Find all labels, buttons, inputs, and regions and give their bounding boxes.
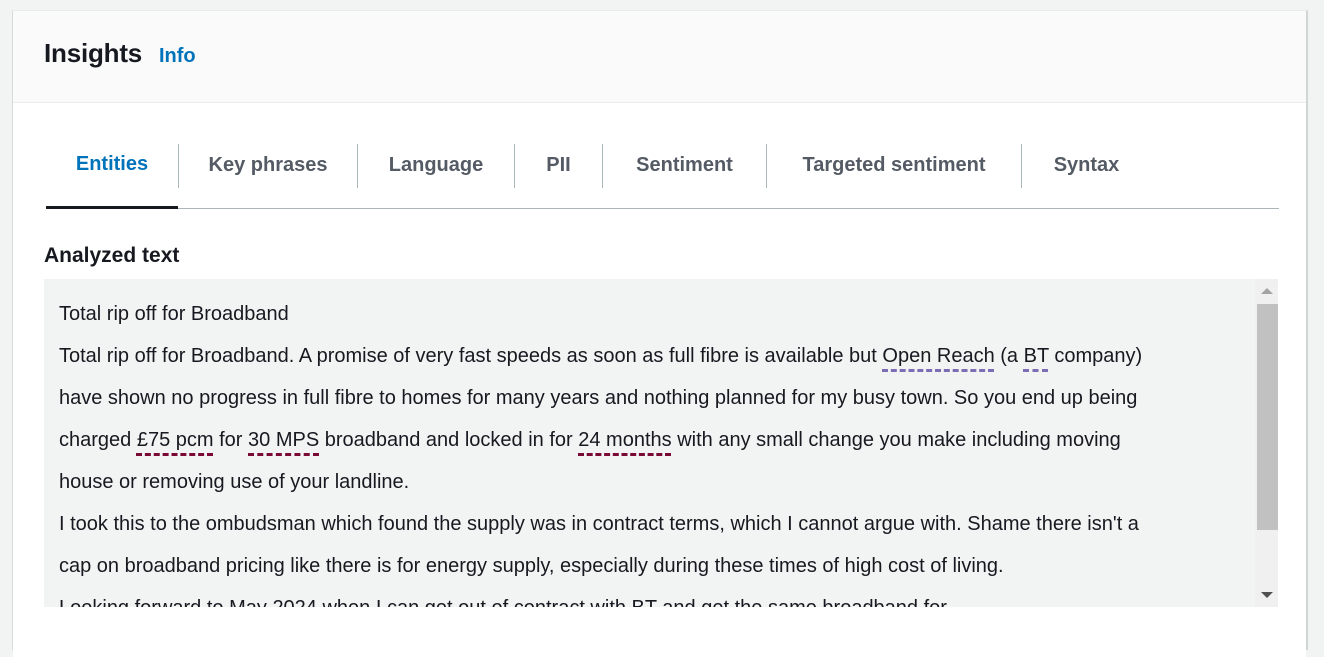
tab-syntax[interactable]: Syntax xyxy=(1022,144,1151,208)
text-span: have shown no progress in full fibre to … xyxy=(59,387,1138,409)
text-line: house or removing use of your landline. xyxy=(59,461,1249,503)
scroll-up-button[interactable] xyxy=(1255,283,1278,299)
text-span: broadband and locked in for xyxy=(319,429,579,451)
text-span: I took this to the ombudsman which found… xyxy=(59,513,1139,535)
triangle-down-icon xyxy=(1260,592,1273,598)
tab-label: PII xyxy=(546,154,571,176)
analyzed-text-content: Total rip off for Broadband Total rip of… xyxy=(59,293,1249,607)
text-span: with any small change you make including… xyxy=(671,429,1121,451)
entity-organization[interactable]: BT xyxy=(1024,345,1049,367)
vertical-scrollbar[interactable] xyxy=(1255,279,1278,607)
text-span: for xyxy=(213,429,249,451)
tab-entities[interactable]: Entities xyxy=(46,144,178,209)
entity-quantity[interactable]: 30 MPS xyxy=(248,429,319,451)
text-span: cap on broadband pricing like there is f… xyxy=(59,555,1004,577)
analyzed-text-heading: Analyzed text xyxy=(44,244,180,267)
triangle-up-icon xyxy=(1260,288,1273,294)
insights-panel: Insights Info Entities Key phrases Langu… xyxy=(12,10,1308,657)
tab-label: Sentiment xyxy=(636,154,733,176)
tab-label: Key phrases xyxy=(208,154,328,176)
panel-footer-area xyxy=(13,607,1306,657)
analyzed-text-box: Total rip off for Broadband Total rip of… xyxy=(44,279,1278,607)
text-span: Total rip off for Broadband xyxy=(59,303,289,325)
tab-language[interactable]: Language xyxy=(358,144,514,208)
tab-key-phrases[interactable]: Key phrases xyxy=(179,144,357,208)
entity-quantity[interactable]: £75 pcm xyxy=(137,429,214,451)
tab-label: Entities xyxy=(75,153,149,175)
tab-label: Targeted sentiment xyxy=(802,154,986,176)
text-span: Total rip off for Broadband. A promise o… xyxy=(59,345,883,367)
text-span: (a xyxy=(994,345,1024,367)
scroll-down-button[interactable] xyxy=(1255,587,1278,603)
text-span: house or removing use of your landline. xyxy=(59,471,410,493)
text-line: cap on broadband pricing like there is f… xyxy=(59,545,1249,587)
text-line: have shown no progress in full fibre to … xyxy=(59,377,1249,419)
entity-organization[interactable]: Open Reach xyxy=(882,345,994,367)
text-line: I took this to the ombudsman which found… xyxy=(59,503,1249,545)
tab-label: Syntax xyxy=(1053,154,1120,176)
text-span: charged xyxy=(59,429,137,451)
panel-header: Insights Info xyxy=(13,11,1306,103)
text-span: company) xyxy=(1048,345,1143,367)
info-link[interactable]: Info xyxy=(159,45,196,68)
panel-title: Insights xyxy=(44,38,143,68)
tab-sentiment[interactable]: Sentiment xyxy=(603,144,766,208)
entity-quantity[interactable]: 24 months xyxy=(578,429,671,451)
tab-pii[interactable]: PII xyxy=(515,144,602,208)
text-line: Total rip off for Broadband. A promise o… xyxy=(59,335,1249,377)
text-line: Looking forward to May 2024 when I can g… xyxy=(59,587,1249,607)
tab-label: Language xyxy=(388,154,484,176)
text-line: Total rip off for Broadband xyxy=(59,293,1249,335)
scrollbar-thumb[interactable] xyxy=(1257,304,1278,530)
text-span: Looking forward to May 2024 when I can g… xyxy=(59,597,947,607)
text-line: charged £75 pcm for 30 MPS broadband and… xyxy=(59,419,1249,461)
tab-targeted-sentiment[interactable]: Targeted sentiment xyxy=(767,144,1021,208)
insights-tabs: Entities Key phrases Language PII Sentim… xyxy=(46,144,1279,209)
